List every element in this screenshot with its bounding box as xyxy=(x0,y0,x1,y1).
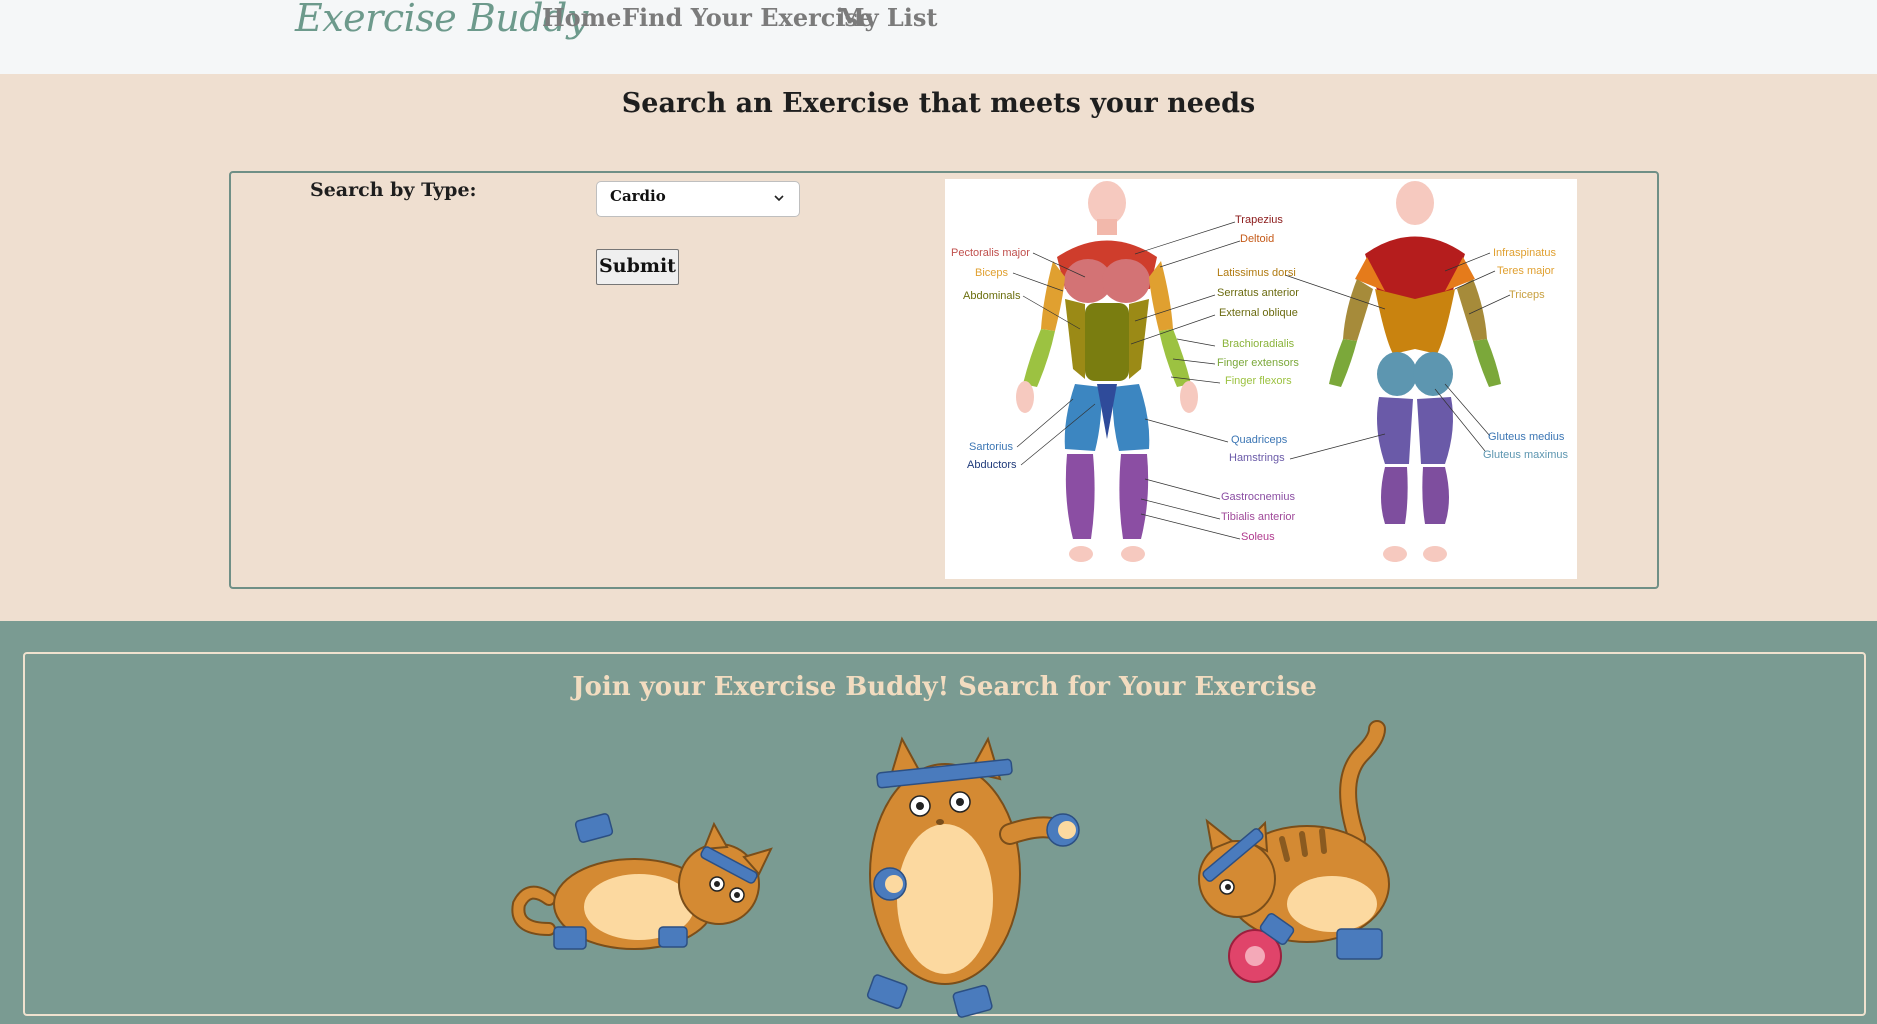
join-section: Join your Exercise Buddy! Search for You… xyxy=(23,652,1866,1018)
label-biceps: Biceps xyxy=(975,267,1009,279)
label-soleus: Soleus xyxy=(1241,531,1275,543)
label-hamstrings: Hamstrings xyxy=(1229,452,1285,464)
submit-button[interactable]: Submit xyxy=(596,249,679,285)
label-sartorius: Sartorius xyxy=(969,441,1014,453)
label-deltoid: Deltoid xyxy=(1240,233,1274,245)
label-teres-major: Teres major xyxy=(1497,265,1555,277)
chevron-down-icon xyxy=(774,195,784,202)
join-title: Join your Exercise Buddy! Search for You… xyxy=(572,672,1317,702)
search-section: Search an Exercise that meets your needs… xyxy=(0,74,1877,621)
front-body-figure xyxy=(1016,181,1198,562)
cat-ball-illustration xyxy=(1198,720,1390,983)
nav-link-my-list[interactable]: My List xyxy=(838,3,937,32)
label-pectoralis-major: Pectoralis major xyxy=(951,247,1030,259)
cat-lying-illustration xyxy=(511,813,773,950)
label-abdominals: Abdominals xyxy=(963,290,1021,302)
label-finger-extensors: Finger extensors xyxy=(1217,357,1299,369)
label-gastrocnemius: Gastrocnemius xyxy=(1221,491,1295,503)
label-abductors: Abductors xyxy=(967,459,1017,471)
label-tibialis-anterior: Tibialis anterior xyxy=(1221,511,1296,523)
nav-link-home[interactable]: Home xyxy=(542,3,621,32)
label-serratus-anterior: Serratus anterior xyxy=(1217,287,1299,299)
select-value: Cardio xyxy=(610,187,666,205)
cat-standing-illustration xyxy=(866,736,1080,1018)
label-external-oblique: External oblique xyxy=(1219,307,1298,319)
label-quadriceps: Quadriceps xyxy=(1231,434,1288,446)
label-brachioradialis: Brachioradialis xyxy=(1222,338,1295,350)
muscle-diagram: Pectoralis major Biceps Abdominals Sarto… xyxy=(951,181,1568,562)
label-gluteus-maximus: Gluteus maximus xyxy=(1483,449,1568,461)
search-title: Search an Exercise that meets your needs xyxy=(621,88,1256,119)
label-infraspinatus: Infraspinatus xyxy=(1493,247,1556,259)
label-triceps: Triceps xyxy=(1509,289,1545,301)
search-panel: Search by Type: Cardio Submit Pectoralis… xyxy=(229,171,1659,589)
search-type-label: Search by Type: xyxy=(310,179,477,201)
muscle-anatomy-chart: Pectoralis major Biceps Abdominals Sarto… xyxy=(945,179,1577,579)
label-gluteus-medius: Gluteus medius xyxy=(1488,431,1565,443)
navbar: Exercise Buddy Home Find Your Exercise M… xyxy=(0,0,1877,74)
label-trapezius: Trapezius xyxy=(1235,214,1283,226)
exercise-type-select[interactable]: Cardio xyxy=(596,181,800,217)
nav-link-find-exercise[interactable]: Find Your Exercise xyxy=(622,3,873,32)
label-latissimus-dorsi: Latissimus dorsi xyxy=(1217,267,1296,279)
label-finger-flexors: Finger flexors xyxy=(1225,375,1292,387)
back-body-figure xyxy=(1329,181,1501,562)
